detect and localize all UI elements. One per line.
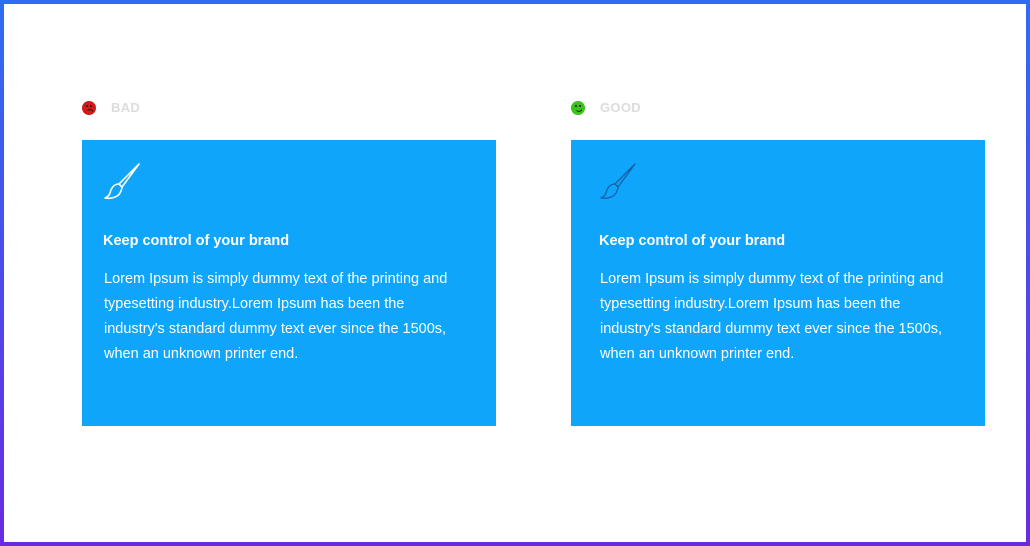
paintbrush-icon (600, 163, 636, 199)
card-body: Lorem Ipsum is simply dummy text of the … (104, 271, 448, 362)
good-label-row: GOOD (571, 100, 641, 115)
page-frame: BAD Keep control of your brand Lorem Ips… (0, 0, 1030, 546)
bad-label-row: BAD (82, 100, 140, 115)
card-title: Keep control of your brand (599, 233, 786, 249)
card-title: Keep control of your brand (103, 233, 290, 249)
sad-face-icon (82, 100, 96, 115)
happy-face-icon (571, 100, 585, 115)
good-label: GOOD (600, 100, 641, 115)
paintbrush-icon (104, 163, 140, 200)
card-body: Lorem Ipsum is simply dummy text of the … (600, 271, 944, 362)
bad-card: Keep control of your brand Lorem Ipsum i… (82, 140, 496, 426)
bad-label: BAD (111, 100, 141, 115)
good-card: Keep control of your brand Lorem Ipsum i… (571, 140, 985, 426)
